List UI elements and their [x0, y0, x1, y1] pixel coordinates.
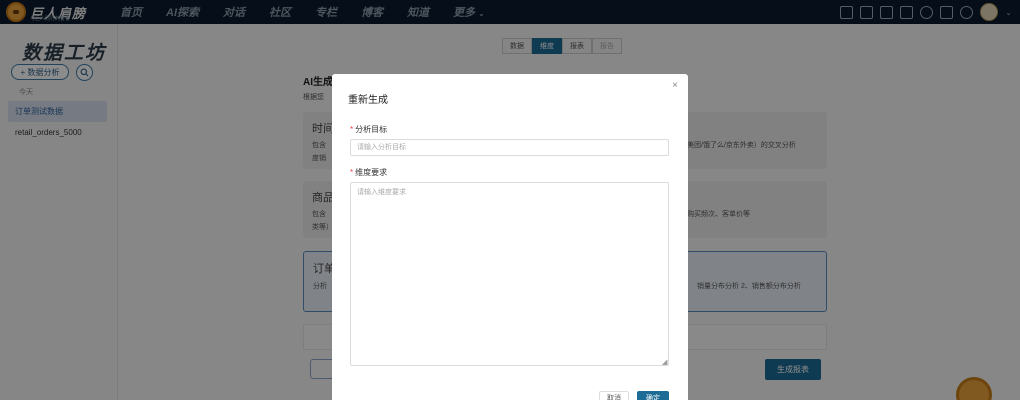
close-icon[interactable]: × [672, 80, 678, 91]
dialog-title: 重新生成 [348, 95, 388, 106]
requirement-label: * 维度要求 [350, 167, 387, 178]
analysis-goal-input[interactable] [350, 139, 669, 156]
goal-label: * 分析目标 [350, 124, 387, 135]
regenerate-dialog: 重新生成 × *分析目标 *维度要求 ◢ 取消 确定 [332, 74, 688, 400]
confirm-button[interactable]: 确定 [637, 391, 669, 400]
goal-label-text: 分析目标 [355, 125, 388, 134]
resize-handle-icon[interactable]: ◢ [662, 358, 667, 366]
cancel-button[interactable]: 取消 [599, 391, 629, 400]
required-mark: * [350, 168, 354, 177]
required-mark: * [350, 125, 354, 134]
dimension-requirement-textarea[interactable] [350, 182, 669, 366]
requirement-label-text: 维度要求 [355, 168, 388, 177]
